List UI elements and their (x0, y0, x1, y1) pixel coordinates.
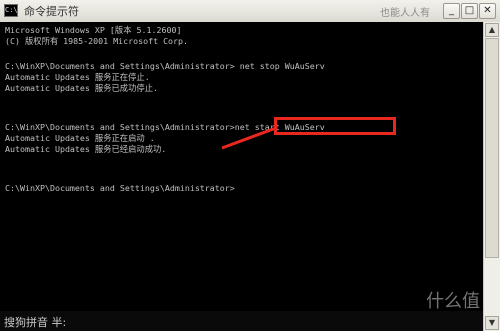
watermark-bottom: 什么值 (426, 291, 480, 312)
ime-status-text: 搜狗拼音 半: (4, 316, 67, 329)
highlight-box (274, 117, 396, 135)
scroll-thumb[interactable] (485, 38, 499, 258)
scroll-down-button[interactable]: ▼ (485, 316, 499, 330)
annotation-arrow (221, 126, 277, 150)
vertical-scrollbar[interactable]: ▲ ▼ (483, 22, 500, 331)
scroll-up-button[interactable]: ▲ (485, 23, 499, 37)
annotation-overlay (221, 126, 277, 150)
ime-status-bar: 搜狗拼音 半: (0, 311, 483, 331)
command-prompt-window: C:\ 命令提示符 也能人人有 _ □ ✕ Microsoft Windows … (0, 0, 500, 331)
